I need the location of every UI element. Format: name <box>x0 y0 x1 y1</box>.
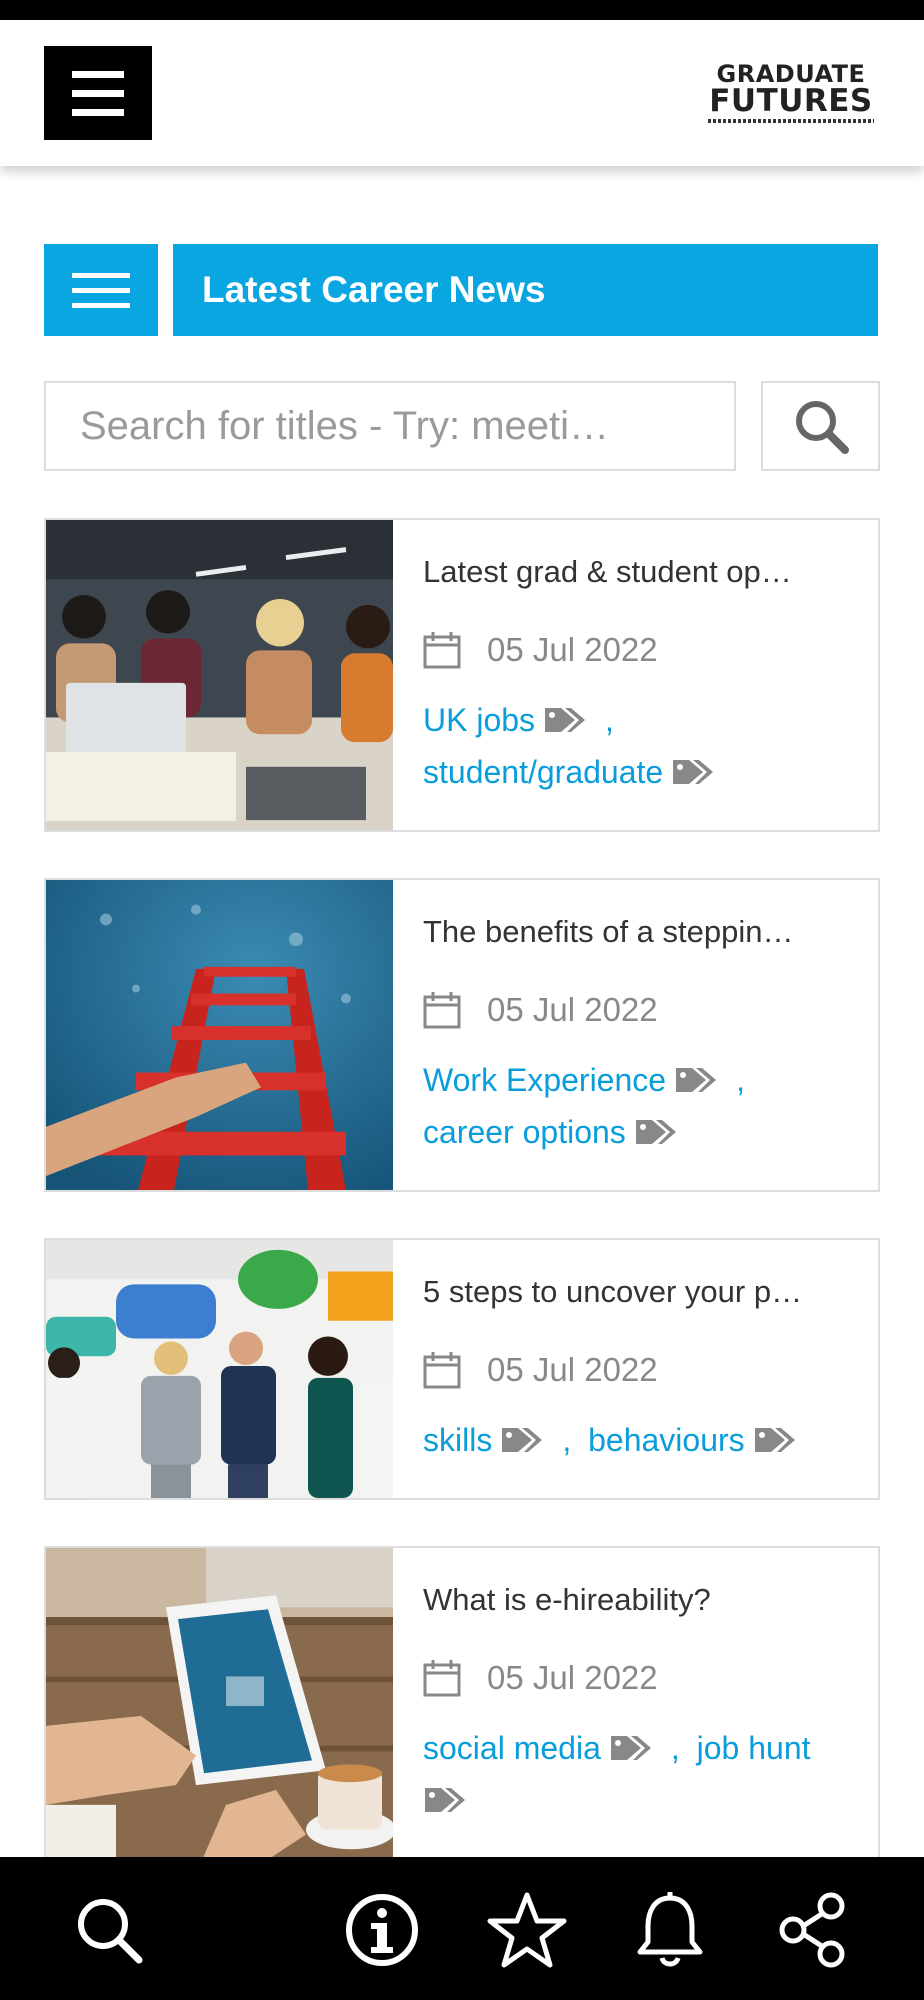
tag-separator: , <box>605 702 614 738</box>
article-title[interactable]: The benefits of a steppin… <box>423 914 860 950</box>
status-bar <box>0 0 924 20</box>
tag-link[interactable]: behaviours <box>588 1422 797 1458</box>
hamburger-icon-line <box>72 108 124 116</box>
calendar-icon <box>423 632 461 669</box>
graduate-futures-logo[interactable]: GRADUATE FUTURES <box>708 62 874 123</box>
logo-line-2: FUTURES <box>709 83 873 119</box>
calendar-icon <box>423 992 461 1029</box>
tag-separator: , <box>670 1730 680 1766</box>
article-date: 05 Jul 2022 <box>423 1658 860 1698</box>
tag-label: Work Experience <box>423 1062 667 1098</box>
search-icon <box>78 1899 143 1964</box>
article-title[interactable]: Latest grad & student op… <box>423 554 860 590</box>
logo-tagline-rule <box>708 119 874 123</box>
tag-icon <box>635 1119 676 1144</box>
article-date-text: 05 Jul 2022 <box>487 631 658 668</box>
article-tags: Work Experience, career options <box>423 1054 860 1158</box>
article-card[interactable]: What is e-hireability? 05 Jul 2022 socia… <box>44 1546 880 1876</box>
tag-label: job hunt <box>696 1730 811 1766</box>
tag-link[interactable]: social media <box>423 1730 653 1766</box>
search-icon <box>795 401 849 454</box>
tag-label: career options <box>423 1114 626 1150</box>
section-menu-button[interactable] <box>44 244 158 336</box>
tag-separator: , <box>562 1422 572 1458</box>
article-card[interactable]: Latest grad & student op… 05 Jul 2022 UK… <box>44 518 880 832</box>
tag-icon <box>673 759 714 784</box>
hamburger-icon-line <box>72 302 130 308</box>
article-card[interactable]: The benefits of a steppin… 05 Jul 2022 W… <box>44 878 880 1192</box>
tag-link[interactable]: career options <box>423 1114 678 1150</box>
article-date: 05 Jul 2022 <box>423 1350 860 1390</box>
tag-link[interactable]: skills <box>423 1422 544 1458</box>
tag-link[interactable]: student/graduate <box>423 754 715 790</box>
article-date: 05 Jul 2022 <box>423 990 860 1030</box>
tag-label: behaviours <box>588 1422 745 1458</box>
tag-link[interactable]: job hunt <box>697 1730 811 1766</box>
article-thumbnail[interactable] <box>46 520 393 830</box>
nav-info-button[interactable] <box>339 1887 425 1973</box>
article-date-text: 05 Jul 2022 <box>487 1351 658 1388</box>
calendar-icon <box>423 1352 461 1389</box>
article-thumbnail[interactable] <box>46 1548 393 1874</box>
tag-label: student/graduate <box>423 754 664 790</box>
search-input[interactable] <box>44 381 736 471</box>
tag-link[interactable]: UK jobs <box>423 702 587 738</box>
bell-icon <box>637 1892 703 1967</box>
tag-label: social media <box>423 1730 601 1766</box>
app-header: GRADUATE FUTURES <box>0 20 924 166</box>
article-tags: social media, job hunt <box>423 1722 860 1826</box>
search-button[interactable] <box>761 381 880 471</box>
tag-separator: , <box>736 1062 745 1098</box>
article-card[interactable]: 5 steps to uncover your p… 05 Jul 2022 s… <box>44 1238 880 1500</box>
bottom-navigation <box>0 1857 924 2000</box>
article-date: 05 Jul 2022 <box>423 630 860 670</box>
main-menu-button[interactable] <box>44 46 152 140</box>
tag-icon <box>676 1067 717 1092</box>
nav-favorites-button[interactable] <box>484 1887 570 1973</box>
article-date-text: 05 Jul 2022 <box>487 991 658 1028</box>
section-title-bar: Latest Career News <box>173 244 878 336</box>
tag-icon <box>610 1735 651 1760</box>
tag-icon <box>545 707 586 732</box>
hamburger-icon-line <box>72 287 130 293</box>
info-icon <box>346 1894 418 1966</box>
tag-icon <box>425 1787 465 1812</box>
nav-share-button[interactable] <box>770 1887 856 1973</box>
article-date-text: 05 Jul 2022 <box>487 1659 658 1696</box>
share-icon <box>779 1892 845 1968</box>
nav-search-button[interactable] <box>66 1887 152 1973</box>
hamburger-icon-line <box>72 89 124 97</box>
calendar-icon <box>423 1660 461 1697</box>
tag-label: skills <box>423 1422 493 1458</box>
article-thumbnail[interactable] <box>46 1240 393 1498</box>
section-title: Latest Career News <box>202 269 546 310</box>
article-tags: skills, behaviours <box>423 1414 860 1466</box>
article-thumbnail[interactable] <box>46 880 393 1190</box>
article-title[interactable]: What is e-hireability? <box>423 1582 860 1618</box>
hamburger-icon-line <box>72 70 124 78</box>
tag-label: UK jobs <box>423 702 536 738</box>
article-title[interactable]: 5 steps to uncover your p… <box>423 1274 860 1310</box>
tag-icon <box>502 1427 543 1452</box>
tag-link[interactable]: Work Experience <box>423 1062 718 1098</box>
hamburger-icon-line <box>72 272 130 278</box>
nav-notifications-button[interactable] <box>627 1887 713 1973</box>
star-icon <box>487 1892 567 1968</box>
tag-icon <box>754 1427 795 1452</box>
article-tags: UK jobs, student/graduate <box>423 694 860 798</box>
